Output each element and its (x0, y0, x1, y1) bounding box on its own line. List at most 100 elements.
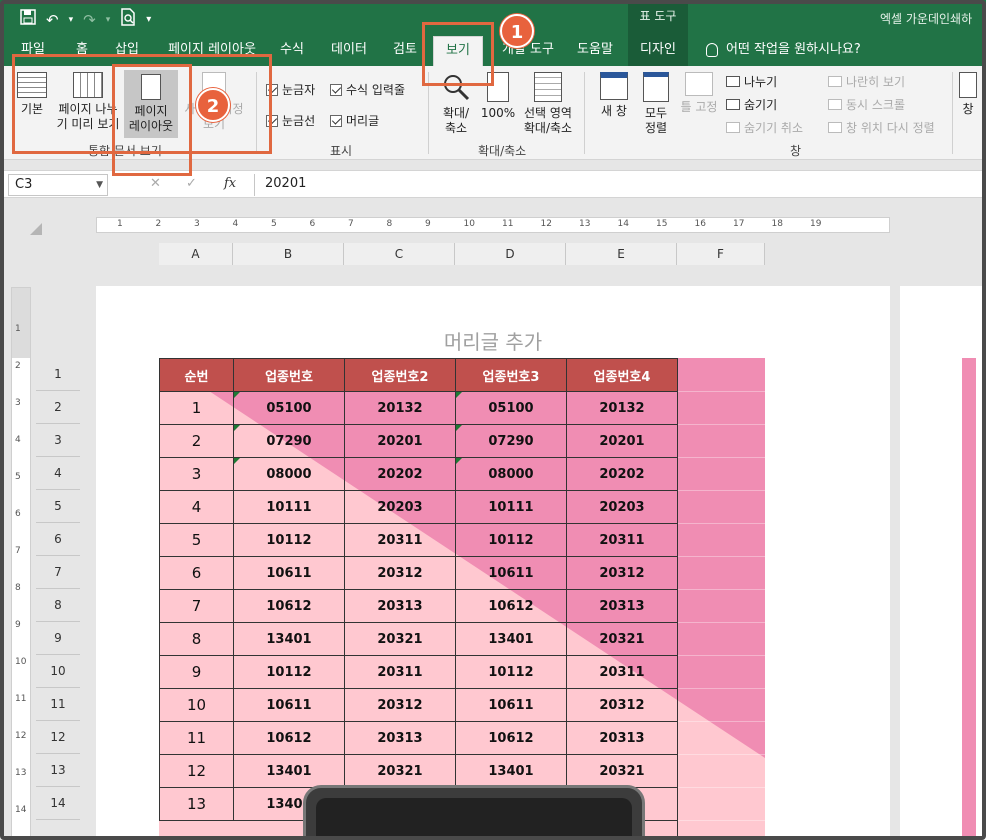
table-header-cell[interactable]: 업종번호 (233, 358, 345, 392)
table-cell[interactable]: 07290 (233, 424, 345, 458)
table-cell[interactable]: 10611 (455, 688, 567, 722)
undo-dropdown-icon[interactable]: ▾ (69, 10, 74, 30)
name-box[interactable]: C3 ▼ (8, 174, 108, 196)
new-window-button[interactable]: 새 창 (594, 72, 634, 119)
row-header[interactable]: 2 (36, 391, 80, 424)
table-cell[interactable]: 20311 (566, 655, 678, 689)
table-cell[interactable]: 20132 (344, 391, 456, 425)
row-header[interactable]: 7 (36, 556, 80, 589)
column-header-d[interactable]: D (455, 243, 566, 265)
insert-function-icon[interactable]: fx (224, 176, 236, 191)
table-cell[interactable]: 20321 (566, 622, 678, 656)
tab-review[interactable]: 검토 (384, 36, 426, 66)
tab-design[interactable]: 디자인 (628, 36, 688, 66)
table-cell[interactable]: 10112 (233, 523, 345, 557)
undo-icon[interactable]: ↶ (46, 10, 59, 30)
table-header-cell[interactable]: 순번 (159, 358, 234, 392)
tell-me-search[interactable]: 어떤 작업을 원하시나요? (706, 36, 861, 66)
table-cell[interactable]: 10612 (455, 721, 567, 755)
table-cell[interactable]: 10612 (233, 589, 345, 623)
row-header[interactable]: 8 (36, 589, 80, 622)
split-button[interactable]: 나누기 (726, 73, 777, 90)
enter-icon[interactable]: ✓ (186, 176, 197, 191)
column-header-e[interactable]: E (566, 243, 677, 265)
table-cell[interactable]: 8 (159, 622, 234, 656)
table-cell[interactable]: 20312 (344, 556, 456, 590)
freeze-panes-button[interactable]: 틀 고정 (678, 72, 720, 115)
column-header-a[interactable]: A (159, 243, 233, 265)
table-cell[interactable]: 20132 (566, 391, 678, 425)
table-cell[interactable]: 13401 (233, 754, 345, 788)
table-cell[interactable]: 20312 (566, 556, 678, 590)
table-cell[interactable]: 10611 (455, 556, 567, 590)
row-header[interactable]: 10 (36, 655, 80, 688)
table-cell[interactable]: 1 (159, 391, 234, 425)
table-cell[interactable]: 20202 (566, 457, 678, 491)
switch-windows-button[interactable]: 창 (956, 72, 980, 117)
table-cell[interactable]: 05100 (233, 391, 345, 425)
row-header[interactable]: 13 (36, 754, 80, 787)
sync-scroll-button[interactable]: 동시 스크롤 (828, 96, 905, 113)
table-cell[interactable]: 10611 (233, 688, 345, 722)
row-header[interactable]: 4 (36, 457, 80, 490)
table-cell[interactable]: 7 (159, 589, 234, 623)
table-cell[interactable]: 20313 (344, 721, 456, 755)
table-cell[interactable]: 20311 (344, 655, 456, 689)
table-cell[interactable]: 20321 (344, 754, 456, 788)
formula-bar-checkbox[interactable]: 수식 입력줄 (330, 81, 405, 98)
table-cell[interactable]: 05100 (455, 391, 567, 425)
row-header[interactable]: 14 (36, 787, 80, 820)
table-cell[interactable]: 20311 (566, 523, 678, 557)
tab-formulas[interactable]: 수식 (272, 36, 312, 66)
table-cell[interactable]: 20312 (344, 688, 456, 722)
select-all-corner[interactable] (30, 223, 42, 235)
hide-button[interactable]: 숨기기 (726, 96, 777, 113)
table-cell[interactable]: 20203 (566, 490, 678, 524)
headings-checkbox[interactable]: 머리글 (330, 112, 379, 129)
row-header[interactable]: 9 (36, 622, 80, 655)
ruler-checkbox[interactable]: 눈금자 (266, 81, 315, 98)
table-cell[interactable]: 10 (159, 688, 234, 722)
table-cell[interactable]: 08000 (455, 457, 567, 491)
customize-qat-icon[interactable]: ▾ (146, 10, 151, 30)
reset-window-position-button[interactable]: 창 위치 다시 정렬 (828, 119, 935, 136)
table-cell[interactable]: 10612 (233, 721, 345, 755)
table-cell[interactable]: 20201 (566, 424, 678, 458)
tab-data[interactable]: 데이터 (324, 36, 374, 66)
table-cell[interactable]: 5 (159, 523, 234, 557)
table-cell[interactable]: 20313 (566, 721, 678, 755)
row-header[interactable]: 5 (36, 490, 80, 523)
arrange-all-button[interactable]: 모두 정렬 (638, 72, 674, 136)
table-header-cell[interactable]: 업종번호2 (344, 358, 456, 392)
table-cell[interactable]: 20321 (344, 622, 456, 656)
table-cell[interactable]: 13401 (455, 754, 567, 788)
table-cell[interactable]: 20203 (344, 490, 456, 524)
table-cell[interactable]: 9 (159, 655, 234, 689)
table-cell[interactable]: 10612 (455, 589, 567, 623)
column-header-f[interactable]: F (677, 243, 765, 265)
table-cell[interactable]: 12 (159, 754, 234, 788)
redo-icon[interactable]: ↷ (83, 10, 96, 30)
table-cell[interactable]: 20313 (344, 589, 456, 623)
table-cell[interactable]: 20311 (344, 523, 456, 557)
row-header[interactable]: 3 (36, 424, 80, 457)
row-header[interactable]: 12 (36, 721, 80, 754)
table-cell[interactable]: 20202 (344, 457, 456, 491)
gridlines-checkbox[interactable]: 눈금선 (266, 112, 315, 129)
table-cell[interactable]: 13 (159, 787, 234, 821)
table-cell[interactable]: 20313 (566, 589, 678, 623)
table-cell[interactable]: 07290 (455, 424, 567, 458)
formula-input[interactable]: 20201 (254, 174, 974, 196)
save-icon[interactable] (20, 9, 36, 30)
chevron-down-icon[interactable]: ▼ (96, 175, 103, 195)
table-cell[interactable]: 20201 (344, 424, 456, 458)
redo-dropdown-icon[interactable]: ▾ (106, 10, 111, 30)
table-cell[interactable]: 08000 (233, 457, 345, 491)
row-header[interactable]: 1 (36, 358, 80, 391)
print-preview-icon[interactable] (120, 8, 136, 31)
table-cell[interactable]: 10112 (233, 655, 345, 689)
table-cell[interactable]: 20312 (566, 688, 678, 722)
table-cell[interactable]: 10111 (233, 490, 345, 524)
table-cell[interactable]: 10611 (233, 556, 345, 590)
view-side-by-side-button[interactable]: 나란히 보기 (828, 73, 905, 90)
